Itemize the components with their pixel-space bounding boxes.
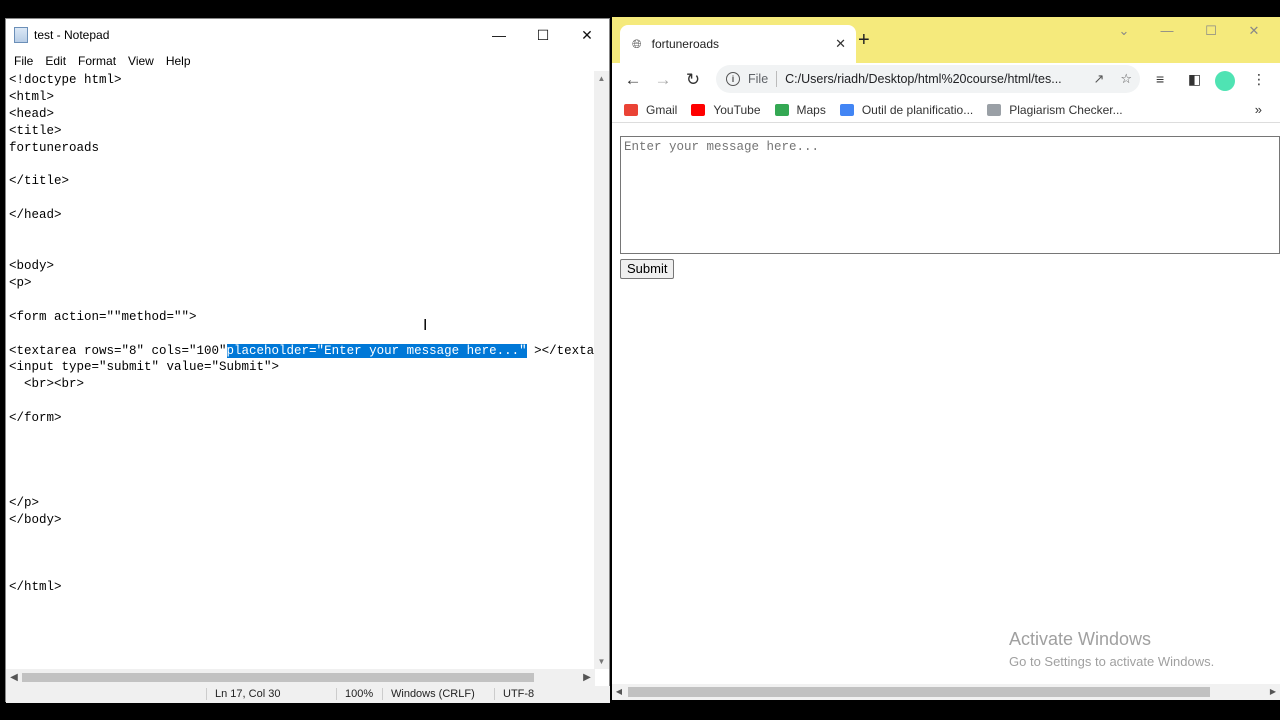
- code-after-selection: ></texta: [526, 343, 595, 358]
- code-after-lines: <input type="submit" value="Submit"> <br…: [9, 360, 280, 595]
- side-panel-icon[interactable]: ◧: [1188, 71, 1201, 88]
- chrome-toolbar: ← → ↻ i File C:/Users/riadh/Desktop/html…: [612, 63, 1280, 97]
- menu-file[interactable]: File: [8, 54, 39, 68]
- status-position: Ln 17, Col 30: [206, 688, 280, 700]
- forward-icon[interactable]: →: [648, 70, 678, 90]
- watermark-line2: Go to Settings to activate Windows.: [1009, 654, 1215, 669]
- page-content: Enter your message here... Submit Activa…: [612, 124, 1280, 684]
- bookmark-outil[interactable]: Outil de planificatio...: [839, 103, 973, 117]
- chrome-horizontal-scrollbar[interactable]: ◀ ▶: [612, 684, 1280, 700]
- menu-edit[interactable]: Edit: [39, 54, 72, 68]
- tab-search-chevron-icon[interactable]: ⌄: [1102, 23, 1146, 39]
- address-scheme: File: [748, 72, 769, 86]
- bookmark-maps[interactable]: Maps: [774, 103, 826, 117]
- status-zoom: 100%: [336, 688, 373, 700]
- tab-fortuneroads[interactable]: 🌐︎ fortuneroads ✕: [620, 25, 856, 63]
- bookmarks-overflow-icon[interactable]: »: [1255, 102, 1262, 117]
- plagiarism-checker-icon: [987, 103, 1002, 116]
- info-icon[interactable]: i: [726, 72, 740, 86]
- chrome-close-icon[interactable]: ✕: [1232, 23, 1276, 39]
- scrollbar-thumb[interactable]: [22, 673, 534, 682]
- google-ads-icon: [839, 103, 854, 116]
- new-tab-icon[interactable]: +: [858, 29, 870, 52]
- notepad-titlebar: test - Notepad — ☐ ✕: [6, 19, 609, 51]
- notepad-title: test - Notepad: [34, 28, 110, 42]
- notepad-text-area[interactable]: <!doctype html> <html> <head> <title> fo…: [6, 71, 595, 669]
- submit-button[interactable]: Submit: [620, 259, 675, 279]
- close-icon[interactable]: ✕: [565, 19, 609, 51]
- minimize-icon[interactable]: —: [477, 19, 521, 51]
- bookmark-plagiarism[interactable]: Plagiarism Checker...: [987, 103, 1123, 117]
- bookmark-youtube[interactable]: YouTube: [691, 103, 761, 117]
- reading-list-icon[interactable]: ≡: [1156, 71, 1164, 87]
- scroll-right-icon[interactable]: ▶: [579, 669, 595, 686]
- gmail-icon: [624, 103, 638, 116]
- menu-format[interactable]: Format: [72, 54, 122, 68]
- bookmark-star-icon[interactable]: ☆: [1120, 71, 1132, 87]
- bookmark-gmail[interactable]: Gmail: [624, 103, 677, 117]
- status-line-ending: Windows (CRLF): [382, 688, 475, 700]
- scroll-down-icon[interactable]: ▼: [594, 654, 609, 669]
- menu-help[interactable]: Help: [160, 54, 197, 68]
- watermark-line1: Activate Windows: [1009, 629, 1152, 649]
- tab-close-icon[interactable]: ✕: [835, 36, 846, 52]
- address-url[interactable]: C:/Users/riadh/Desktop/html%20course/htm…: [785, 72, 1085, 86]
- chrome-minimize-icon[interactable]: —: [1145, 23, 1189, 38]
- reload-icon[interactable]: ↻: [678, 70, 708, 90]
- youtube-icon: [691, 103, 706, 116]
- globe-icon: 🌐︎: [632, 36, 642, 51]
- chrome-tab-bar: 🌐︎ fortuneroads ✕ + ⌄ — ☐ ✕: [612, 17, 1280, 63]
- chrome-scroll-right-icon[interactable]: ▶: [1266, 684, 1280, 700]
- chrome-menu-icon[interactable]: ⋮: [1252, 71, 1266, 88]
- maps-icon: [774, 103, 789, 116]
- chrome-window: 🌐︎ fortuneroads ✕ + ⌄ — ☐ ✕ ← → ↻ i File…: [612, 17, 1280, 700]
- notepad-statusbar: Ln 17, Col 30 100% Windows (CRLF) UTF-8: [6, 686, 610, 703]
- chrome-scrollbar-thumb[interactable]: [628, 687, 1210, 697]
- back-icon[interactable]: ←: [618, 70, 648, 90]
- code-before-selection: <!doctype html> <html> <head> <title> fo…: [9, 73, 227, 358]
- notepad-vertical-scrollbar[interactable]: ▲ ▼: [594, 71, 609, 669]
- bookmarks-bar: Gmail YouTube Maps Outil de planificatio…: [612, 97, 1280, 123]
- notepad-app-icon: [14, 27, 28, 43]
- chrome-maximize-icon[interactable]: ☐: [1189, 23, 1233, 39]
- scroll-up-icon[interactable]: ▲: [594, 71, 609, 86]
- status-encoding: UTF-8: [494, 688, 534, 700]
- address-bar[interactable]: i File C:/Users/riadh/Desktop/html%20cou…: [716, 65, 1140, 93]
- message-textarea[interactable]: Enter your message here...: [620, 136, 1280, 254]
- notepad-menubar: File Edit Format View Help: [6, 51, 609, 71]
- scroll-left-icon[interactable]: ◀: [6, 669, 22, 686]
- chrome-scroll-left-icon[interactable]: ◀: [612, 684, 626, 700]
- menu-view[interactable]: View: [122, 54, 160, 68]
- maximize-icon[interactable]: ☐: [521, 19, 565, 51]
- share-icon[interactable]: ↗: [1093, 71, 1104, 87]
- address-separator: [776, 71, 778, 87]
- code-selection: placeholder="Enter your message here...": [226, 343, 527, 358]
- ibeam-cursor-icon: I: [423, 316, 428, 334]
- profile-avatar[interactable]: [1215, 71, 1235, 91]
- notepad-window: test - Notepad — ☐ ✕ File Edit Format Vi…: [5, 18, 610, 703]
- tab-title: fortuneroads: [651, 37, 719, 51]
- activate-windows-watermark: Activate Windows Go to Settings to activ…: [1009, 629, 1214, 669]
- notepad-horizontal-scrollbar[interactable]: ◀ ▶: [6, 669, 595, 686]
